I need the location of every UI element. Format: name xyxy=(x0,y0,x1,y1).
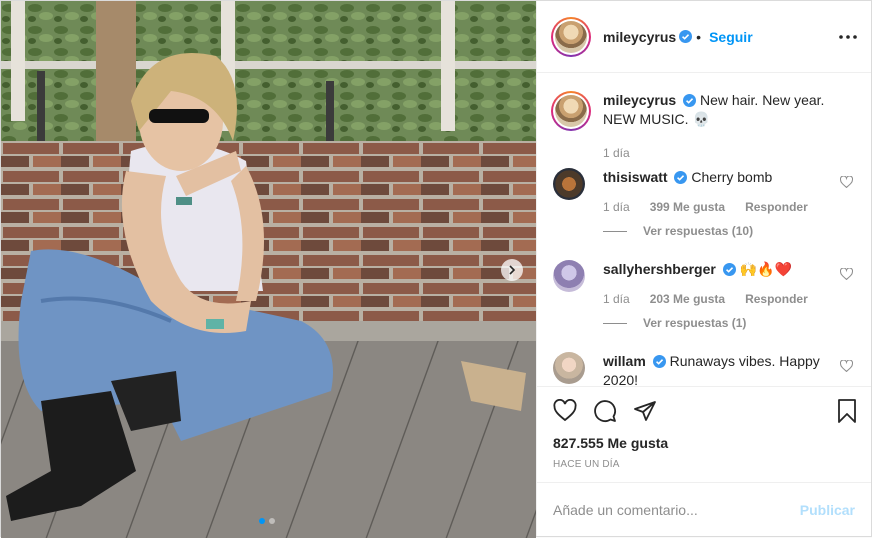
comment-item: thisiswatt Cherry bomb 1 día 399 Me gust… xyxy=(553,168,853,238)
like-heart-icon[interactable] xyxy=(553,399,577,423)
post-sidebar: mileycyrus • Seguir mileycyrus New hair.… xyxy=(536,1,871,536)
comments-list[interactable]: mileycyrus New hair. New year. NEW MUSIC… xyxy=(537,73,871,386)
reply-button[interactable]: Responder xyxy=(745,292,808,306)
instagram-post: mileycyrus • Seguir mileycyrus New hair.… xyxy=(0,0,872,538)
view-replies-label: Ver respuestas (1) xyxy=(643,316,747,330)
carousel-dot xyxy=(269,518,275,524)
view-replies-button[interactable]: Ver respuestas (10) xyxy=(603,224,838,238)
view-replies-label: Ver respuestas (10) xyxy=(643,224,754,238)
comment-avatar[interactable] xyxy=(553,260,585,292)
publish-button[interactable]: Publicar xyxy=(800,502,855,518)
avatar[interactable] xyxy=(551,16,591,57)
verified-badge-icon xyxy=(679,30,693,43)
likes-count[interactable]: 827.555 Me gusta xyxy=(553,435,668,451)
comment-time[interactable]: 1 día xyxy=(603,292,630,306)
separator-dot: • xyxy=(696,28,702,45)
comment-input[interactable] xyxy=(553,501,800,518)
carousel-indicator xyxy=(259,518,275,524)
chevron-right-icon xyxy=(509,265,516,275)
comment-text: 🙌🔥❤️ xyxy=(739,261,792,277)
share-send-icon[interactable] xyxy=(633,399,657,423)
more-dots-icon[interactable] xyxy=(839,34,857,39)
carousel-next-button[interactable] xyxy=(501,259,523,281)
caption-time[interactable]: 1 día xyxy=(603,146,841,160)
post-timestamp[interactable]: HACE UN DÍA xyxy=(553,459,620,470)
comment-like-heart-icon[interactable] xyxy=(840,176,853,188)
reply-button[interactable]: Responder xyxy=(745,200,808,214)
caption-username[interactable]: mileycyrus xyxy=(603,92,676,108)
carousel-dot xyxy=(259,518,265,524)
comment-username[interactable]: sallyhershberger xyxy=(603,261,716,277)
post-header: mileycyrus • Seguir xyxy=(537,1,871,73)
verified-badge-icon xyxy=(683,94,697,107)
comment-avatar[interactable] xyxy=(553,352,585,384)
view-replies-button[interactable]: Ver respuestas (1) xyxy=(603,316,838,330)
comment-likes[interactable]: 399 Me gusta xyxy=(650,200,725,214)
comment-item: sallyhershberger 🙌🔥❤️ 1 día 203 Me gusta… xyxy=(553,260,853,330)
comment-item: willam Runaways vibes. Happy 2020! xyxy=(553,352,853,386)
verified-badge-icon xyxy=(674,171,688,184)
photo-illustration xyxy=(1,1,536,538)
caption-avatar[interactable] xyxy=(551,91,591,131)
comment-like-heart-icon[interactable] xyxy=(840,360,853,372)
comment-avatar[interactable] xyxy=(553,168,585,200)
comment-username[interactable]: willam xyxy=(603,353,646,369)
verified-badge-icon xyxy=(722,263,736,276)
add-comment-bar: Publicar xyxy=(537,482,871,536)
comment-likes[interactable]: 203 Me gusta xyxy=(650,292,725,306)
post-actions: 827.555 Me gusta HACE UN DÍA Publicar xyxy=(537,386,871,536)
header-username[interactable]: mileycyrus xyxy=(603,29,676,45)
comment-like-heart-icon[interactable] xyxy=(840,268,853,280)
comment-username[interactable]: thisiswatt xyxy=(603,169,668,185)
comment-bubble-icon[interactable] xyxy=(593,399,617,423)
comment-text: Cherry bomb xyxy=(691,169,773,185)
save-bookmark-icon[interactable] xyxy=(837,399,857,423)
verified-badge-icon xyxy=(652,355,666,368)
comment-time[interactable]: 1 día xyxy=(603,200,630,214)
post-photo[interactable] xyxy=(1,1,536,538)
post-caption: mileycyrus New hair. New year. NEW MUSIC… xyxy=(551,91,841,160)
follow-button[interactable]: Seguir xyxy=(709,29,753,45)
